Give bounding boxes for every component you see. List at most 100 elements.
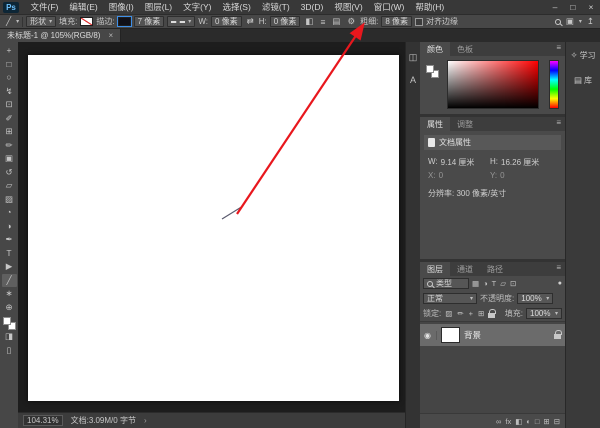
- shape-height-input[interactable]: 0 像素: [270, 16, 301, 27]
- filter-adjustment-icon[interactable]: ◑: [482, 279, 489, 288]
- layer-style-icon[interactable]: fx: [505, 417, 511, 426]
- tool-preset-caret-icon[interactable]: ▾: [16, 18, 19, 25]
- filter-type-icon[interactable]: T: [491, 279, 498, 288]
- menu-item-image[interactable]: 图像(I): [103, 1, 139, 13]
- path-arrangement-icon[interactable]: ▤: [330, 16, 342, 27]
- zoom-level-input[interactable]: 104.31%: [23, 415, 63, 426]
- path-selection-tool-icon[interactable]: ▶: [2, 260, 17, 274]
- panel-color-swatches[interactable]: [426, 65, 439, 78]
- zoom-tool-icon[interactable]: ⊕: [2, 301, 17, 315]
- maximize-button[interactable]: □: [564, 2, 582, 12]
- stroke-type-select[interactable]: ▾: [167, 16, 195, 27]
- new-group-icon[interactable]: □: [535, 417, 540, 426]
- lasso-tool-icon[interactable]: ○: [2, 71, 17, 85]
- canvas-height-value[interactable]: 16.26 厘米: [501, 157, 539, 168]
- lock-image-icon[interactable]: ✏: [456, 309, 464, 318]
- shape-width-input[interactable]: 0 像素: [211, 16, 242, 27]
- share-icon[interactable]: ↥: [585, 16, 596, 27]
- link-dimensions-icon[interactable]: ⇄: [245, 16, 256, 27]
- workspace-switcher-icon[interactable]: ▣: [564, 16, 576, 27]
- blur-tool-icon[interactable]: ◔: [2, 206, 17, 220]
- layer-mask-icon[interactable]: ◧: [515, 417, 522, 426]
- stroke-color-swatch[interactable]: [118, 17, 131, 26]
- lock-icon[interactable]: [554, 334, 561, 339]
- stroke-width-input[interactable]: 7 像素: [134, 16, 165, 27]
- type-tool-icon[interactable]: T: [2, 247, 17, 261]
- menu-item-type[interactable]: 文字(Y): [178, 1, 217, 13]
- menu-item-select[interactable]: 选择(S): [217, 1, 256, 13]
- menu-item-help[interactable]: 帮助(H): [410, 1, 450, 13]
- filter-pixel-icon[interactable]: ▦: [471, 279, 480, 288]
- eraser-tool-icon[interactable]: ▱: [2, 179, 17, 193]
- healing-brush-tool-icon[interactable]: ⊞: [2, 125, 17, 139]
- line-tool-preset-icon[interactable]: ╱: [4, 16, 13, 27]
- eye-icon[interactable]: ◉: [424, 331, 437, 340]
- fill-opacity-select[interactable]: 100% ▾: [526, 308, 562, 319]
- status-options-chevron-icon[interactable]: ›: [144, 416, 147, 425]
- menu-item-3d[interactable]: 3D(D): [295, 2, 329, 12]
- lock-transparent-icon[interactable]: ▨: [444, 309, 453, 318]
- tab-swatches[interactable]: 色板: [450, 42, 480, 56]
- dodge-tool-icon[interactable]: ◑: [2, 220, 17, 234]
- close-tab-icon[interactable]: ×: [108, 31, 113, 40]
- delete-layer-icon[interactable]: ⊟: [554, 417, 560, 426]
- opacity-select[interactable]: 100% ▾: [517, 293, 553, 304]
- pen-tool-icon[interactable]: ✒: [2, 233, 17, 247]
- layer-thumbnail[interactable]: [442, 328, 459, 342]
- panel-menu-icon[interactable]: ≡: [552, 117, 565, 131]
- lock-all-icon[interactable]: [488, 313, 495, 318]
- tab-color[interactable]: 颜色: [420, 42, 450, 56]
- fill-color-swatch[interactable]: [80, 17, 93, 26]
- gear-icon[interactable]: ⚙: [345, 16, 357, 27]
- search-icon[interactable]: [555, 19, 561, 25]
- foreground-color-swatch[interactable]: [426, 65, 434, 73]
- document-tab[interactable]: 未标题-1 @ 105%(RGB/8) ×: [0, 29, 121, 42]
- minimize-button[interactable]: –: [546, 2, 564, 12]
- document-canvas[interactable]: [28, 55, 399, 401]
- adjustment-layer-icon[interactable]: ◐: [526, 417, 531, 426]
- menu-item-file[interactable]: 文件(F): [25, 1, 64, 13]
- panel-menu-icon[interactable]: ≡: [552, 262, 565, 276]
- brush-tool-icon[interactable]: ✏: [2, 139, 17, 153]
- lock-position-icon[interactable]: +: [468, 309, 474, 318]
- gradient-tool-icon[interactable]: ▨: [2, 193, 17, 207]
- lock-artboard-icon[interactable]: ⊞: [477, 309, 485, 318]
- quick-mask-icon[interactable]: ◨: [2, 330, 17, 344]
- new-layer-icon[interactable]: ⊞: [543, 417, 549, 426]
- tab-paths[interactable]: 路径: [480, 262, 510, 276]
- menu-item-view[interactable]: 视图(V): [329, 1, 368, 13]
- foreground-background-swatches[interactable]: [3, 317, 16, 330]
- eyedropper-tool-icon[interactable]: ✐: [2, 112, 17, 126]
- history-panel-icon[interactable]: ◫: [409, 52, 418, 63]
- tab-channels[interactable]: 通道: [450, 262, 480, 276]
- history-brush-tool-icon[interactable]: ↺: [2, 166, 17, 180]
- crop-tool-icon[interactable]: ⊡: [2, 98, 17, 112]
- panel-menu-icon[interactable]: ≡: [552, 42, 565, 56]
- saturation-brightness-field[interactable]: [448, 61, 538, 108]
- marquee-tool-icon[interactable]: □: [2, 58, 17, 72]
- background-layer-row[interactable]: ◉ 背景: [420, 324, 565, 346]
- screen-mode-icon[interactable]: ▯: [2, 344, 17, 358]
- learn-panel-button[interactable]: ✧ 学习: [570, 50, 595, 61]
- blend-mode-select[interactable]: 正常 ▾: [423, 293, 477, 304]
- menu-item-edit[interactable]: 编辑(E): [64, 1, 103, 13]
- menu-item-layer[interactable]: 图层(L): [139, 1, 177, 13]
- line-weight-input[interactable]: 8 像素: [381, 16, 412, 27]
- magic-wand-tool-icon[interactable]: ↯: [2, 85, 17, 99]
- filter-shape-icon[interactable]: ▱: [499, 279, 507, 288]
- tab-adjustments[interactable]: 调整: [450, 117, 480, 131]
- hue-slider[interactable]: [550, 61, 558, 108]
- tab-layers[interactable]: 图层: [420, 262, 450, 276]
- tab-properties[interactable]: 属性: [420, 117, 450, 131]
- tool-mode-select[interactable]: 形状 ▾: [26, 16, 56, 27]
- close-button[interactable]: ×: [582, 2, 600, 12]
- align-edges-checkbox[interactable]: [415, 18, 423, 26]
- path-alignment-icon[interactable]: ≡: [318, 17, 327, 27]
- foreground-color-swatch[interactable]: [3, 317, 11, 325]
- move-tool-icon[interactable]: +: [2, 44, 17, 58]
- menu-item-filter[interactable]: 滤镜(T): [256, 1, 295, 13]
- libraries-panel-button[interactable]: ▤ 库: [574, 75, 592, 86]
- line-tool-icon[interactable]: ╱: [2, 274, 17, 288]
- filter-toggle-icon[interactable]: ●: [558, 280, 562, 287]
- path-operations-icon[interactable]: ◧: [303, 16, 315, 27]
